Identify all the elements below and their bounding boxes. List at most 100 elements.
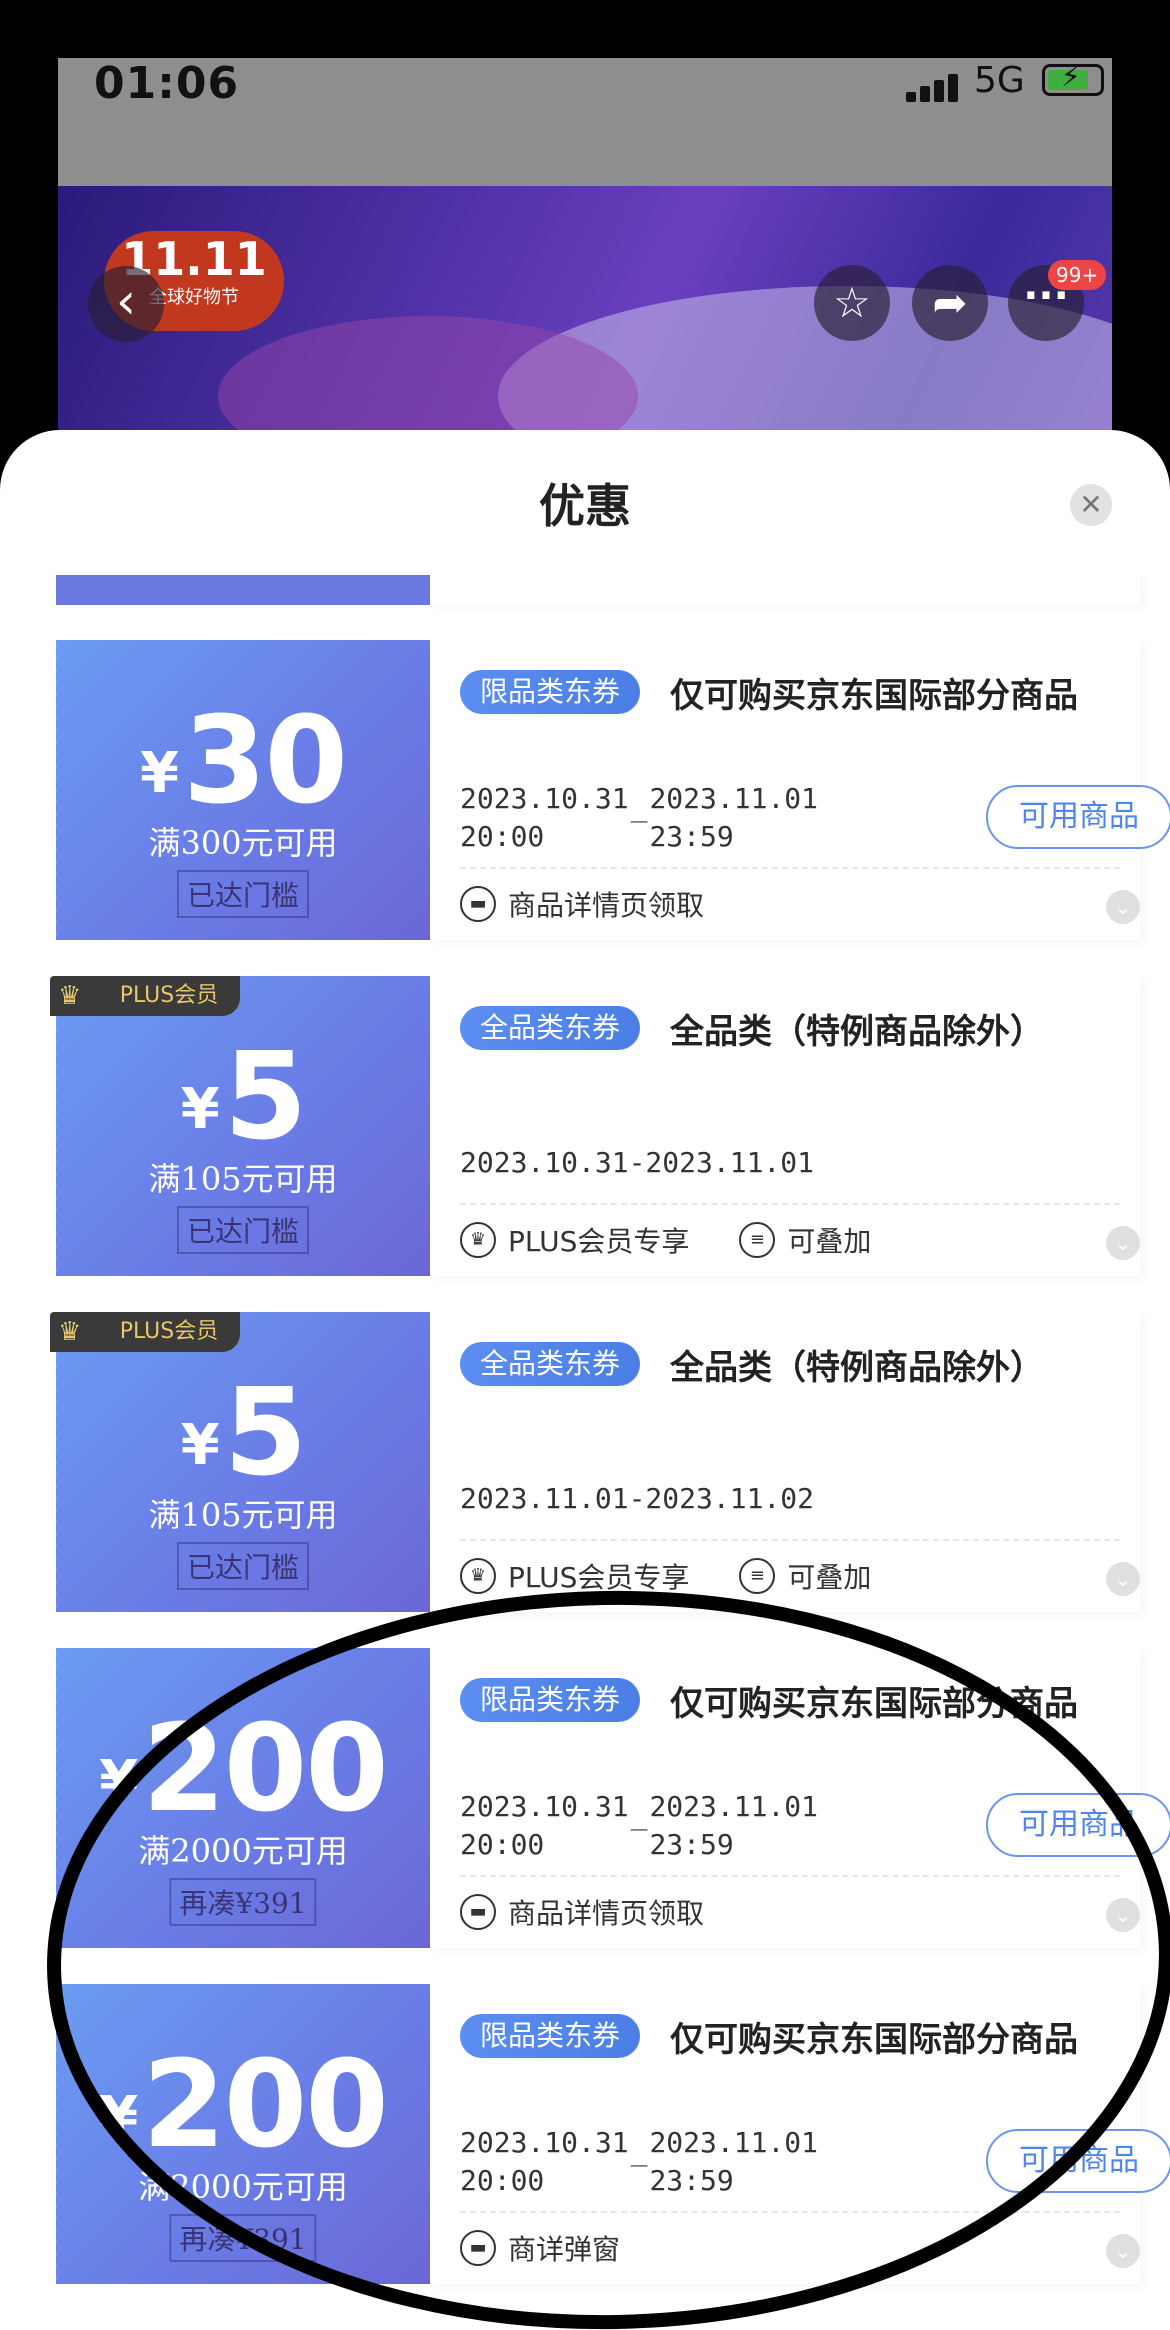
- coupon-list[interactable]: ¥30 满300元可用 已达门槛 限品类东券 仅可购买京东国际部分商品 2023…: [0, 575, 1170, 2330]
- footer-label: PLUS会员专享: [508, 1225, 690, 1258]
- coupon-value-panel: ¥5 满105元可用 已达门槛 ♛ PLUS会员: [50, 976, 430, 1276]
- chevron-down-icon[interactable]: ⌄: [1106, 890, 1140, 924]
- coupon-condition: 满300元可用: [148, 824, 338, 862]
- threshold-status: 再凑¥391: [169, 1878, 317, 1926]
- available-products-button[interactable]: 可用商品: [986, 785, 1170, 849]
- coupon-card[interactable]: ¥5 满105元可用 已达门槛 ♛ PLUS会员 全品类东券 全品类（特例商品除外…: [50, 976, 1140, 1276]
- threshold-status: 再凑¥391: [169, 2214, 317, 2262]
- stack-icon: ≡: [739, 1558, 776, 1594]
- validity-period: 2023.10.31-2023.11.01: [460, 1146, 815, 1179]
- coupon-value-panel: ¥200 满2000元可用 再凑¥391: [52, 1648, 430, 1948]
- currency-symbol: ¥: [180, 1413, 220, 1478]
- footer-label: 可叠加: [787, 1225, 872, 1258]
- chevron-down-icon[interactable]: ⌄: [1106, 1898, 1140, 1932]
- coupon-value-panel: ¥5 满105元可用 已达门槛 ♛ PLUS会员: [50, 1312, 430, 1612]
- coupon-footer: ▬ 商详弹窗: [460, 2224, 620, 2272]
- threshold-status: 已达门槛: [176, 1542, 310, 1590]
- ticket-icon: ▬: [460, 2230, 496, 2266]
- coupon-amount: 5: [223, 1364, 307, 1503]
- close-button[interactable]: ✕: [1070, 484, 1112, 526]
- coupon-condition: 满105元可用: [148, 1160, 338, 1198]
- coupon-value-panel: ¥30 满300元可用 已达门槛: [52, 640, 430, 940]
- currency-symbol: ¥: [180, 1077, 220, 1142]
- currency-symbol: ¥: [140, 741, 179, 806]
- battery-icon: ⚡: [1042, 63, 1104, 96]
- coupon-description: 仅可购买京东国际部分商品: [670, 2020, 1078, 2060]
- coupon-detail-panel: 限品类东券 仅可购买京东国际部分商品 2023.10.31 20:00_2023.…: [430, 640, 1170, 940]
- chevron-down-icon[interactable]: ⌄: [1106, 1226, 1140, 1260]
- crown-icon: ♛: [58, 981, 82, 1011]
- share-button[interactable]: ➦: [912, 265, 988, 341]
- crown-icon: ♛: [460, 1222, 496, 1258]
- coupon-description: 仅可购买京东国际部分商品: [670, 676, 1078, 716]
- currency-symbol: ¥: [99, 1749, 139, 1814]
- coupon-condition: 满2000元可用: [138, 1832, 348, 1870]
- coupon-amount: 200: [142, 2036, 388, 2175]
- coupon-footer: ♛ PLUS会员专享 ≡ 可叠加: [460, 1552, 871, 1600]
- star-icon: ☆: [833, 278, 871, 327]
- footer-label: 可叠加: [787, 1561, 872, 1594]
- coupon-card[interactable]: ¥200 满2000元可用 再凑¥391 限品类东券 仅可购买京东国际部分商品 …: [52, 1984, 1170, 2284]
- coupon-description: 全品类（特例商品除外）: [670, 1348, 1044, 1388]
- coupon-card[interactable]: ¥30 满300元可用 已达门槛 限品类东券 仅可购买京东国际部分商品 2023…: [52, 640, 1170, 940]
- chevron-down-icon[interactable]: ⌄: [1106, 2234, 1140, 2268]
- crown-icon: ♛: [460, 1558, 496, 1594]
- coupon-footer: ♛ PLUS会员专享 ≡ 可叠加: [460, 1216, 871, 1264]
- validity-period: 2023.11.01-2023.11.02: [460, 1482, 815, 1515]
- ticket-icon: ▬: [460, 886, 496, 922]
- signal-icon: [906, 72, 962, 102]
- threshold-status: 已达门槛: [176, 1206, 310, 1254]
- coupon-amount: 200: [142, 1700, 388, 1839]
- status-time: 01:06: [94, 58, 240, 109]
- footer-label: 商品详情页领取: [508, 889, 705, 922]
- coupon-type-tag: 全品类东券: [460, 1006, 641, 1050]
- chevron-left-icon: ‹: [116, 272, 136, 330]
- network-type: 5G: [974, 60, 1025, 101]
- footer-label: PLUS会员专享: [508, 1561, 690, 1594]
- coupon-type-tag: 限品类东券: [460, 2014, 641, 2058]
- coupon-type-tag: 限品类东券: [460, 670, 641, 714]
- coupon-condition: 满2000元可用: [138, 2168, 348, 2206]
- validity-period: 2023.10.31 20:00_2023.11.01 23:59: [460, 782, 819, 853]
- footer-label: 商详弹窗: [508, 2233, 621, 2266]
- crown-icon: ♛: [58, 1317, 82, 1347]
- coupon-detail-panel: 全品类东券 全品类（特例商品除外） 2023.10.31-2023.11.01 …: [430, 976, 1140, 1276]
- coupon-detail-panel: 全品类东券 全品类（特例商品除外） 2023.11.01-2023.11.02 …: [430, 1312, 1140, 1612]
- plus-member-ribbon: ♛ PLUS会员: [50, 976, 240, 1016]
- coupon-card[interactable]: ¥5 满105元可用 已达门槛 ♛ PLUS会员 全品类东券 全品类（特例商品除外…: [50, 1312, 1140, 1612]
- coupon-description: 全品类（特例商品除外）: [670, 1012, 1044, 1052]
- share-icon: ➦: [932, 278, 968, 327]
- stack-icon: ≡: [739, 1222, 776, 1258]
- background-page: 01:06 5G ⚡ 11.11 全球好物节 ‹ ☆ ➦ ··· 99+: [58, 58, 1112, 478]
- chevron-down-icon[interactable]: ⌄: [1106, 1562, 1140, 1596]
- close-icon: ✕: [1079, 488, 1103, 521]
- ticket-icon: ▬: [460, 1894, 496, 1930]
- plus-member-ribbon: ♛ PLUS会员: [50, 1312, 240, 1352]
- coupon-detail-panel: 限品类东券 仅可购买京东国际部分商品 2023.10.31 20:00_2023.…: [430, 1984, 1170, 2284]
- validity-period: 2023.10.31 20:00_2023.11.01 23:59: [460, 1790, 819, 1861]
- coupon-type-tag: 限品类东券: [460, 1678, 641, 1722]
- back-button[interactable]: ‹: [88, 266, 164, 342]
- coupon-amount: 30: [182, 692, 348, 831]
- sheet-title: 优惠: [539, 479, 631, 533]
- previous-coupon-partial: [56, 575, 1140, 605]
- coupon-footer: ▬ 商品详情页领取: [460, 880, 704, 928]
- favorite-button[interactable]: ☆: [814, 265, 890, 341]
- coupon-condition: 满105元可用: [148, 1496, 338, 1534]
- coupon-type-tag: 全品类东券: [460, 1342, 641, 1386]
- coupon-footer: ▬ 商品详情页领取: [460, 1888, 704, 1936]
- available-products-button[interactable]: 可用商品: [986, 1793, 1170, 1857]
- status-bar: 01:06 5G ⚡: [58, 58, 1112, 186]
- validity-period: 2023.10.31 20:00_2023.11.01 23:59: [460, 2126, 819, 2197]
- available-products-button[interactable]: 可用商品: [986, 2129, 1170, 2193]
- currency-symbol: ¥: [99, 2085, 139, 2150]
- message-badge: 99+: [1048, 260, 1107, 290]
- threshold-status: 已达门槛: [176, 870, 310, 918]
- coupon-detail-panel: 限品类东券 仅可购买京东国际部分商品 2023.10.31 20:00_2023.…: [430, 1648, 1170, 1948]
- coupon-sheet: 优惠 ✕ ¥30 满300元可用 已达门槛 限品类东券 仅可购买京东国际部分商品…: [0, 430, 1170, 2330]
- coupon-value-panel: ¥200 满2000元可用 再凑¥391: [52, 1984, 430, 2284]
- coupon-card[interactable]: ¥200 满2000元可用 再凑¥391 限品类东券 仅可购买京东国际部分商品 …: [52, 1648, 1170, 1948]
- coupon-description: 仅可购买京东国际部分商品: [670, 1684, 1078, 1724]
- coupon-amount: 5: [223, 1028, 307, 1167]
- footer-label: 商品详情页领取: [508, 1897, 705, 1930]
